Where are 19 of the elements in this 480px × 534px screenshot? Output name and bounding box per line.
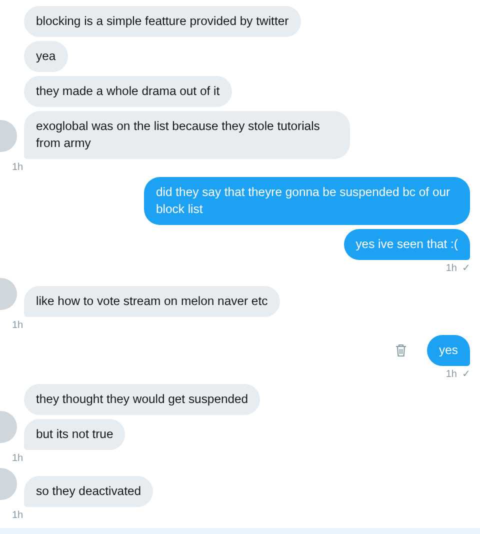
message-bubble: like how to vote stream on melon naver etc bbox=[24, 286, 280, 317]
message-bubble: yes bbox=[427, 335, 470, 366]
message-bubble: they made a whole drama out of it bbox=[24, 76, 232, 107]
timestamp: 1h bbox=[12, 320, 24, 332]
message-bubble: did they say that theyre gonna be suspended bc of our block list bbox=[144, 177, 470, 225]
timestamp: 1h bbox=[446, 369, 457, 381]
message-bubble: yea bbox=[24, 41, 68, 72]
message-bubble: blocking is a simple featture provided by twitter bbox=[24, 6, 301, 37]
message-bubble: so they deactivated bbox=[24, 476, 154, 507]
timestamp: 1h bbox=[12, 162, 24, 174]
message-bubble: they thought they would get suspended bbox=[24, 384, 260, 415]
message-bubble: but its not true bbox=[24, 419, 126, 450]
message-bubble: yes ive seen that :( bbox=[344, 229, 470, 260]
read-check: ✓ bbox=[462, 369, 470, 381]
message-bubble: exoglobal was on the list because they stole tutorials from army bbox=[24, 111, 350, 159]
timestamp: 1h bbox=[446, 263, 457, 275]
timestamp: 1h bbox=[12, 453, 24, 465]
read-check: ✓ bbox=[462, 263, 470, 275]
timestamp: 1h bbox=[12, 510, 24, 522]
